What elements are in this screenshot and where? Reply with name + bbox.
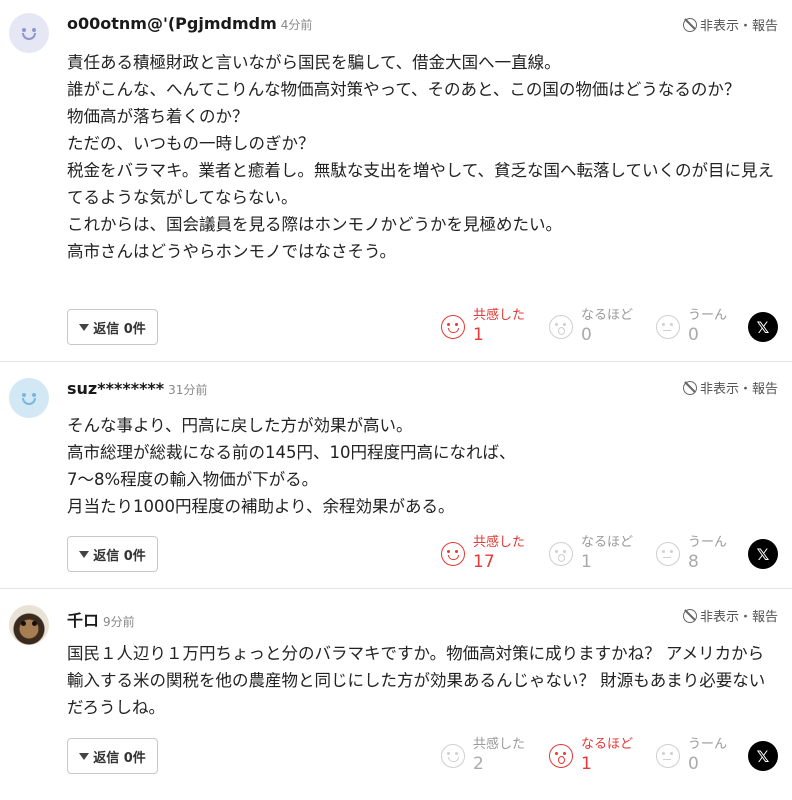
comment-line: 税金をバラマキ。業者と癒着し。無駄な支出を増やして、貧乏な国へ転落していくのが目… xyxy=(67,161,775,207)
comment-line: そんな事より、円高に戻した方が効果が高い。 xyxy=(67,416,413,435)
hmm-face-icon xyxy=(656,315,680,339)
avatar-eye xyxy=(21,621,26,626)
author-name[interactable]: o00otnm@'(Pgjmdmdm xyxy=(67,14,277,33)
ban-icon xyxy=(682,608,697,623)
comment-line: 高市総理が総裁になる前の145円、10円程度円高になれば、 xyxy=(67,443,516,462)
triangle-down-icon xyxy=(79,323,90,331)
x-share-button[interactable]: 𝕏 xyxy=(748,741,778,771)
reaction-label: 共感した xyxy=(473,737,526,752)
reaction-count: 17 xyxy=(473,552,495,572)
comment-line: これからは、国会議員を見る際はホンモノかどうかを見極めたい。 xyxy=(67,215,562,234)
surprised-face-icon xyxy=(549,315,573,339)
reaction-label: なるほど xyxy=(581,308,634,323)
comment-body: 責任ある積極財政と言いながら国民を騙して、借金大国へ一直線。 誰がこんな、へんて… xyxy=(67,49,779,265)
reaction-kyokan[interactable]: 共感した 2 xyxy=(441,737,525,775)
reaction-count: 8 xyxy=(688,552,699,572)
triangle-down-icon xyxy=(79,752,90,760)
reaction-naruhodo[interactable]: なるほど 1 xyxy=(549,737,633,775)
avatar-mouth xyxy=(22,398,36,405)
author-line: suz******** 31分前 xyxy=(67,379,207,398)
comment-line: 国民１人辺り１万円ちょっと分のバラマキですか。物価高対策に成りますかね？ アメリ… xyxy=(67,644,766,717)
reaction-naruhodo[interactable]: なるほど 0 xyxy=(549,308,633,346)
x-logo-icon: 𝕏 xyxy=(756,317,770,337)
author-name[interactable]: suz******** xyxy=(67,379,164,398)
x-logo-icon: 𝕏 xyxy=(756,544,770,564)
author-name[interactable]: 千ロ xyxy=(67,611,99,630)
reaction-label: うーん xyxy=(688,308,728,323)
reaction-count: 0 xyxy=(581,325,592,345)
avatar-eye xyxy=(22,28,26,32)
reaction-uun[interactable]: うーん 8 xyxy=(656,535,727,573)
hide-report-label: 非表示・報告 xyxy=(699,382,778,397)
reaction-kyokan[interactable]: 共感した 1 xyxy=(441,308,525,346)
hide-report-label: 非表示・報告 xyxy=(699,610,778,625)
smile-face-icon xyxy=(441,542,465,566)
comment-line: 物価高が落ち着くのか？ xyxy=(67,107,249,126)
comment-line: 誰がこんな、へんてこりんな物価高対策やって、そのあと、この国の物価はどうなるのか… xyxy=(67,80,741,99)
avatar-eye xyxy=(32,393,36,397)
x-share-button[interactable]: 𝕏 xyxy=(748,539,778,569)
ban-icon xyxy=(682,380,697,395)
reaction-naruhodo[interactable]: なるほど 1 xyxy=(549,535,633,573)
hmm-face-icon xyxy=(656,542,680,566)
hide-report-button[interactable]: 非表示・報告 xyxy=(682,15,778,34)
comment-item: 千ロ 9分前 非表示・報告 国民１人辺り１万円ちょっと分のバラマキですか。物価高対… xyxy=(0,589,792,800)
comment-line: 7〜8%程度の輸入物価が下がる。 xyxy=(67,470,319,489)
reaction-count: 2 xyxy=(473,754,484,774)
reaction-label: 共感した xyxy=(473,535,526,550)
comment-item: o00otnm@'(Pgjmdmdm 4分前 非表示・報告 責任ある積極財政と言い… xyxy=(0,0,792,362)
reaction-label: なるほど xyxy=(581,535,634,550)
post-time: 4分前 xyxy=(280,18,313,32)
reply-label: 返信 0件 xyxy=(93,321,146,337)
smile-face-icon xyxy=(441,315,465,339)
reply-label: 返信 0件 xyxy=(93,548,146,564)
x-share-button[interactable]: 𝕏 xyxy=(748,312,778,342)
comment-line: 月当たり1000円程度の補助より、余程効果がある。 xyxy=(67,497,455,516)
reply-button[interactable]: 返信 0件 xyxy=(67,309,158,345)
reaction-uun[interactable]: うーん 0 xyxy=(656,737,727,775)
avatar-eye xyxy=(32,28,36,32)
hide-report-button[interactable]: 非表示・報告 xyxy=(682,378,778,397)
reply-label: 返信 0件 xyxy=(93,750,146,766)
avatar-eye xyxy=(22,393,26,397)
x-logo-icon: 𝕏 xyxy=(756,746,770,766)
surprised-face-icon xyxy=(549,542,573,566)
triangle-down-icon xyxy=(79,550,90,558)
reaction-uun[interactable]: うーん 0 xyxy=(656,308,727,346)
avatar[interactable] xyxy=(9,13,49,53)
reaction-count: 1 xyxy=(473,325,484,345)
hmm-face-icon xyxy=(656,744,680,768)
avatar-eye xyxy=(32,621,37,626)
reaction-label: なるほど xyxy=(581,737,634,752)
reaction-count: 0 xyxy=(688,754,699,774)
reply-button[interactable]: 返信 0件 xyxy=(67,536,158,572)
reaction-label: うーん xyxy=(688,535,728,550)
comment-item: suz******** 31分前 非表示・報告 そんな事より、円高に戻した方が効果… xyxy=(0,362,792,589)
comment-body: そんな事より、円高に戻した方が効果が高い。 高市総理が総裁になる前の145円、1… xyxy=(67,412,779,520)
reaction-count: 1 xyxy=(581,552,592,572)
reaction-kyokan[interactable]: 共感した 17 xyxy=(441,535,525,573)
comment-body: 国民１人辺り１万円ちょっと分のバラマキですか。物価高対策に成りますかね？ アメリ… xyxy=(67,640,779,721)
hide-report-button[interactable]: 非表示・報告 xyxy=(682,606,778,625)
avatar[interactable] xyxy=(9,378,49,418)
reply-button[interactable]: 返信 0件 xyxy=(67,738,158,774)
avatar[interactable] xyxy=(9,605,49,645)
smile-face-icon xyxy=(441,744,465,768)
reaction-count: 0 xyxy=(688,325,699,345)
comment-line: ただの、いつもの一時しのぎか？ xyxy=(67,134,315,153)
comment-line: 高市さんはどうやらホンモノではなさそう。 xyxy=(67,242,397,261)
post-time: 31分前 xyxy=(168,383,208,397)
surprised-face-icon xyxy=(549,744,573,768)
reaction-count: 1 xyxy=(581,754,592,774)
author-line: 千ロ 9分前 xyxy=(67,607,135,631)
comment-line: 責任ある積極財政と言いながら国民を騙して、借金大国へ一直線。 xyxy=(67,53,561,72)
author-line: o00otnm@'(Pgjmdmdm 4分前 xyxy=(67,14,312,33)
post-time: 9分前 xyxy=(103,615,135,629)
hide-report-label: 非表示・報告 xyxy=(699,19,778,34)
avatar-mouth xyxy=(22,33,36,40)
ban-icon xyxy=(682,17,697,32)
reaction-label: うーん xyxy=(688,737,728,752)
reaction-label: 共感した xyxy=(473,308,526,323)
